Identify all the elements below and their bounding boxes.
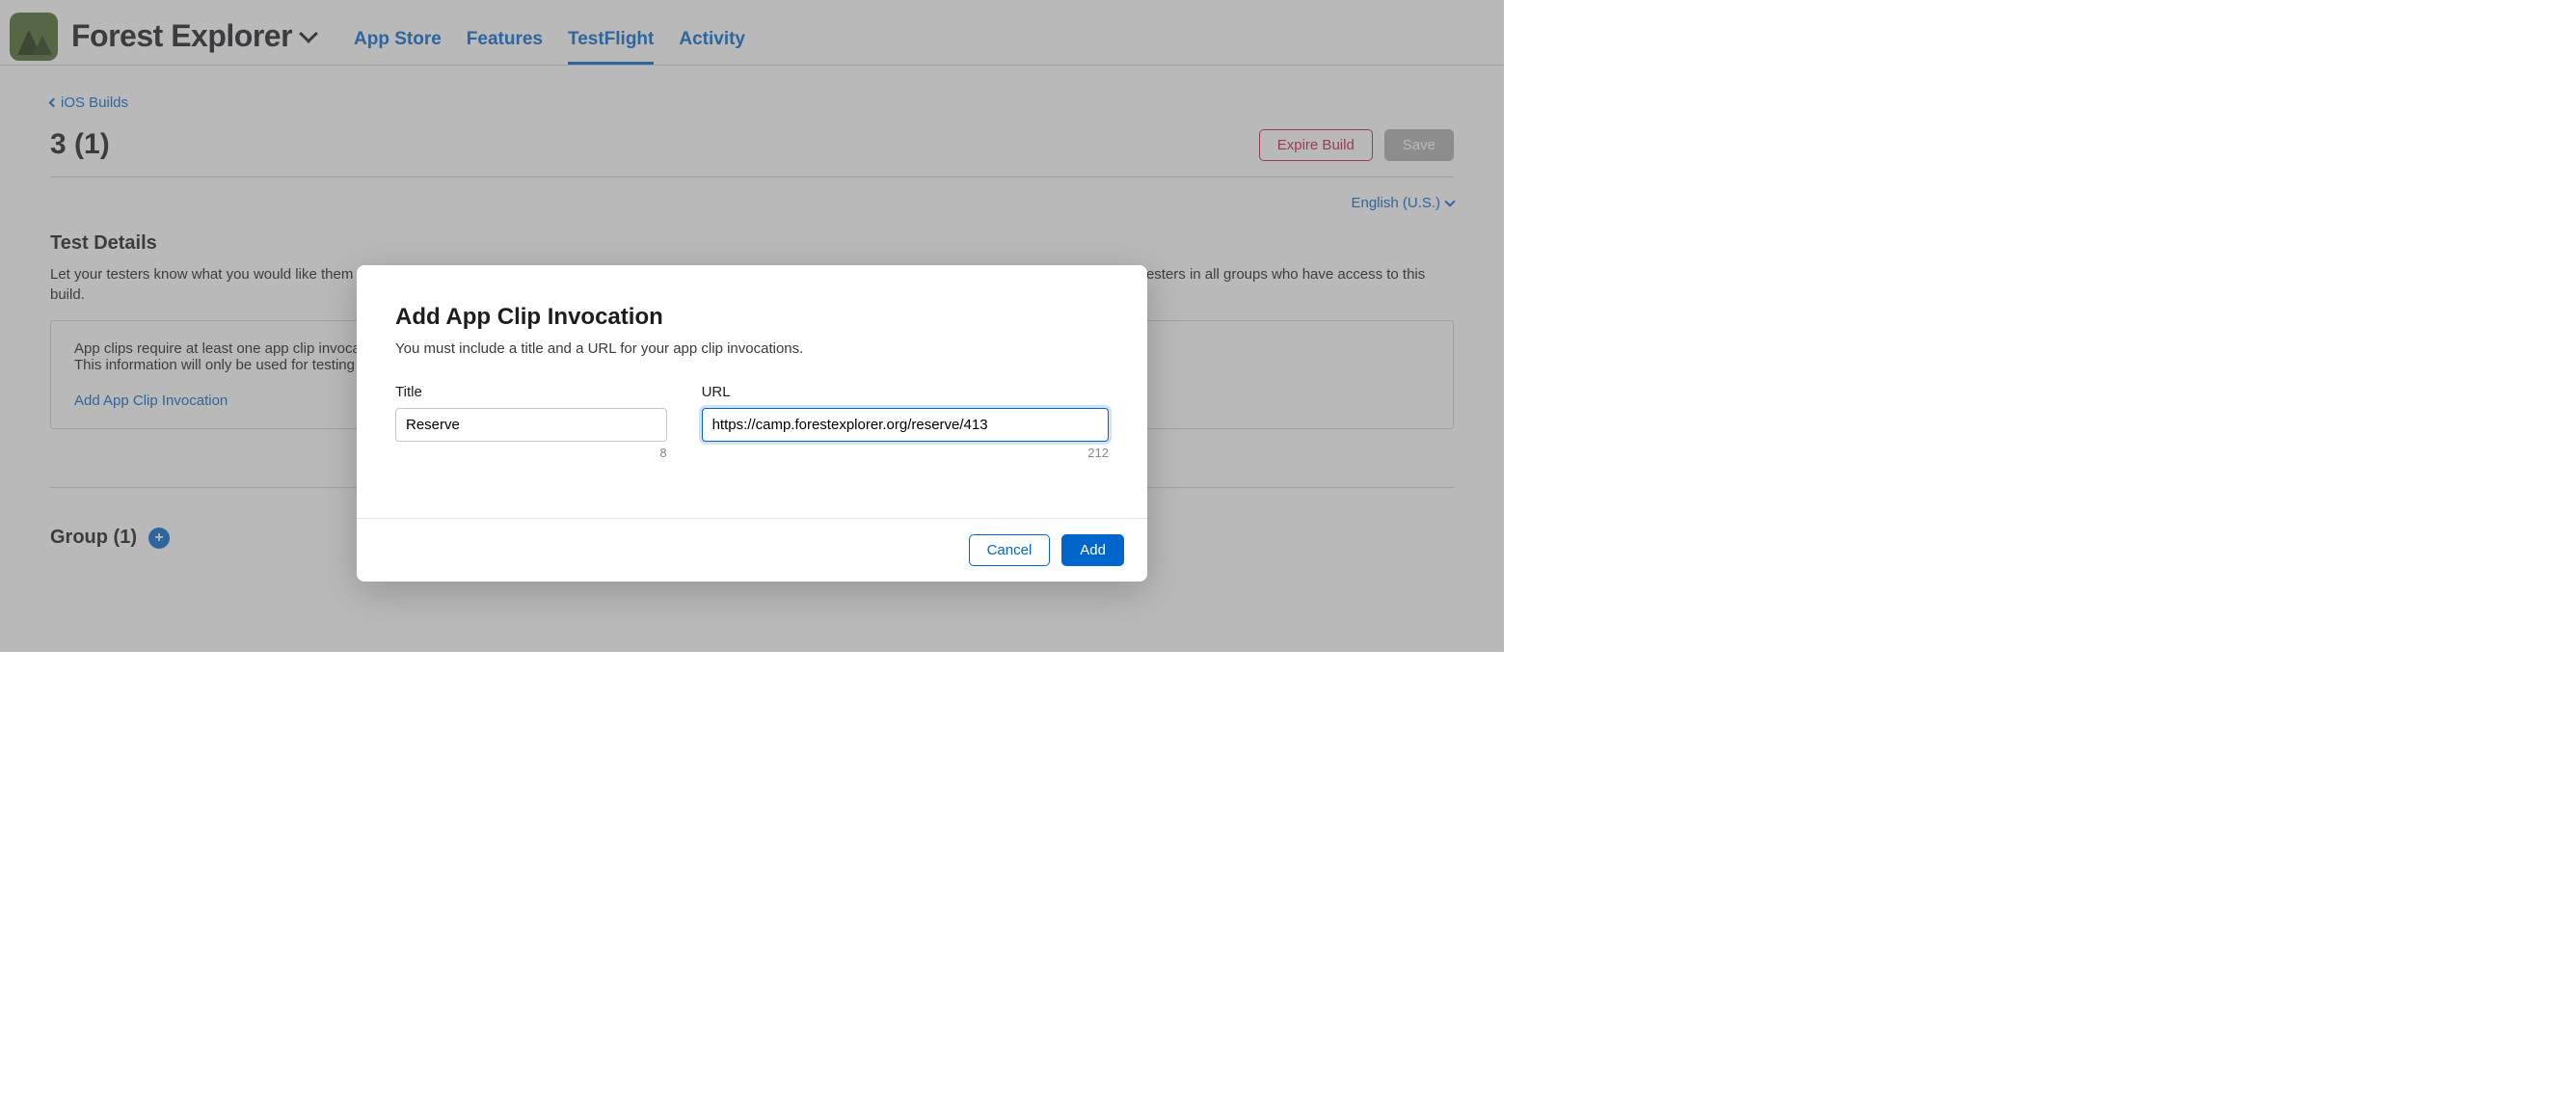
title-field-group: Title 8 — [395, 384, 667, 460]
modal-body: Add App Clip Invocation You must include… — [357, 265, 1147, 518]
add-app-clip-modal: Add App Clip Invocation You must include… — [357, 265, 1147, 582]
url-field-group: URL 212 — [702, 384, 1109, 460]
modal-description: You must include a title and a URL for y… — [395, 340, 1109, 357]
modal-title: Add App Clip Invocation — [395, 304, 1109, 331]
title-label: Title — [395, 384, 667, 400]
modal-form: Title 8 URL 212 — [395, 384, 1109, 460]
cancel-button[interactable]: Cancel — [969, 534, 1051, 566]
modal-overlay[interactable]: Add App Clip Invocation You must include… — [0, 0, 1504, 652]
modal-footer: Cancel Add — [357, 518, 1147, 582]
url-char-counter: 212 — [702, 446, 1109, 460]
title-char-counter: 8 — [395, 446, 667, 460]
title-input[interactable] — [395, 408, 667, 442]
url-label: URL — [702, 384, 1109, 400]
add-button[interactable]: Add — [1061, 534, 1124, 566]
url-input[interactable] — [702, 408, 1109, 442]
